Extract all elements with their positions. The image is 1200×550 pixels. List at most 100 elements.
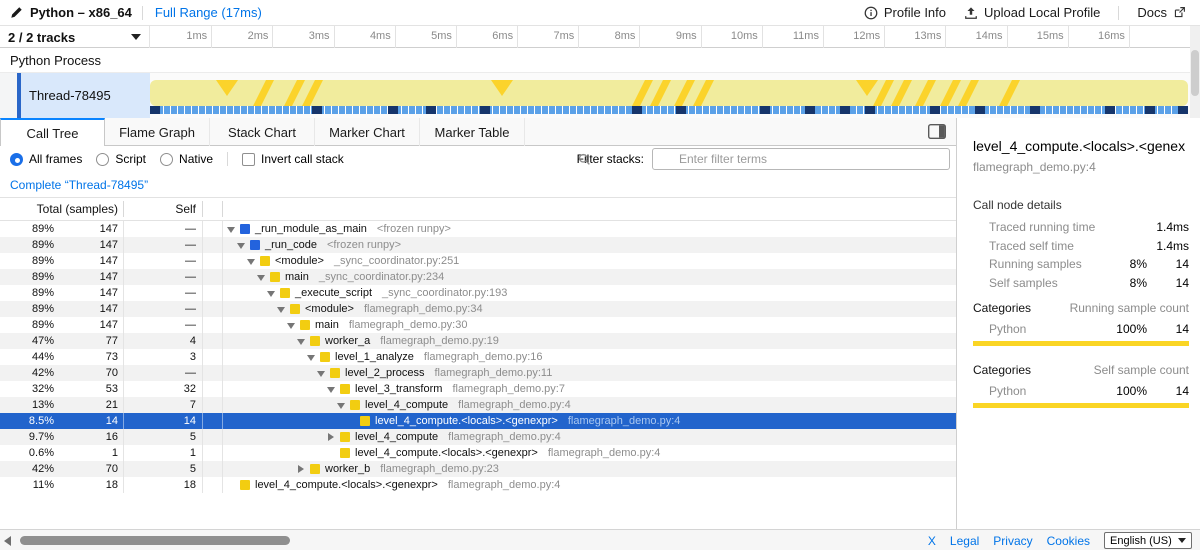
filter-stacks-input[interactable] [652,148,950,170]
thread-activity-graph[interactable] [150,73,1190,118]
call-tree-row[interactable]: 13%217level_4_computeflamegraph_demo.py:… [0,397,956,413]
function-location: flamegraph_demo.py:7 [452,381,565,397]
twisty-expanded-icon[interactable] [247,257,256,266]
sidebar-panel-icon [928,124,946,139]
invert-call-stack-checkbox[interactable] [242,153,255,166]
timeline-vertical-scrollbar[interactable] [1190,26,1200,118]
tab-stack-chart[interactable]: Stack Chart [210,118,315,146]
call-tree-row[interactable]: 89%147—<module>_sync_coordinator.py:251 [0,253,956,269]
timeline-ruler: 2 / 2 tracks 1ms2ms3ms4ms5ms6ms7ms8ms9ms… [0,26,1200,48]
cell-self: — [124,317,203,333]
call-tree-row[interactable]: 89%147—mainflamegraph_demo.py:30 [0,317,956,333]
category-bar [973,341,1189,346]
category-value: 14 [1147,384,1189,398]
radio-button[interactable] [160,153,173,166]
sample-strip-marker [760,106,770,114]
profile-name-button[interactable]: Python – x86_64 [0,0,142,25]
complete-thread-link[interactable]: Complete “Thread-78495” [10,178,148,192]
thread-track-header[interactable]: Thread-78495 [21,73,150,118]
cell-spacer [203,253,223,269]
cell-function: level_4_computeflamegraph_demo.py:4 [223,429,956,445]
full-range-link[interactable]: Full Range (17ms) [143,5,274,20]
scrollbar-thumb[interactable] [1191,50,1199,96]
upload-profile-button[interactable]: Upload Local Profile [964,5,1100,20]
cell-spacer [203,317,223,333]
category-icon [320,352,330,362]
call-tree-row[interactable]: 89%147—_run_code<frozen runpy> [0,237,956,253]
twisty-expanded-icon[interactable] [327,385,336,394]
twisty-expanded-icon[interactable] [337,401,346,410]
footer-link-cookies[interactable]: Cookies [1047,534,1090,548]
tab-marker-chart[interactable]: Marker Chart [315,118,420,146]
footer-link-privacy[interactable]: Privacy [993,534,1032,548]
radio-option-native[interactable]: Native [160,152,213,166]
radio-option-script[interactable]: Script [96,152,146,166]
cell-self: 4 [124,333,203,349]
sidebar-toggle-button[interactable] [928,124,946,139]
twisty-expanded-icon[interactable] [267,289,276,298]
cell-total: 42%70 [0,461,124,477]
horizontal-scrollbar-thumb[interactable] [20,536,290,545]
twisty-collapsed-icon[interactable] [327,433,336,442]
radio-option-all-frames[interactable]: All frames [10,152,82,166]
call-tree-row[interactable]: 8.5%1414level_4_compute.<locals>.<genexp… [0,413,956,429]
call-tree-row[interactable]: 89%147—_run_module_as_main<frozen runpy> [0,221,956,237]
cell-spacer [203,413,223,429]
footer-link-x[interactable]: X [928,534,936,548]
call-tree-row[interactable]: 89%147—_execute_script_sync_coordinator.… [0,285,956,301]
call-tree-row[interactable]: 42%705worker_bflamegraph_demo.py:23 [0,461,956,477]
tab-call-tree[interactable]: Call Tree [0,118,105,147]
twisty-expanded-icon[interactable] [297,337,306,346]
call-tree-row[interactable]: 9.7%165level_4_computeflamegraph_demo.py… [0,429,956,445]
twisty-expanded-icon[interactable] [257,273,266,282]
cell-function: _run_module_as_main<frozen runpy> [223,221,956,237]
cell-spacer [203,301,223,317]
sample-strip-marker [480,106,490,114]
call-tree-row[interactable]: 11%1818level_4_compute.<locals>.<genexpr… [0,477,956,493]
category-row: Python100%14 [989,320,1189,338]
footer-link-legal[interactable]: Legal [950,534,979,548]
call-tree-row[interactable]: 0.6%11level_4_compute.<locals>.<genexpr>… [0,445,956,461]
radio-button[interactable] [96,153,109,166]
twisty-expanded-icon[interactable] [227,225,236,234]
twisty-expanded-icon[interactable] [237,241,246,250]
sample-strip-marker [1030,106,1040,114]
sample-strip-marker [840,106,850,114]
call-tree-row[interactable]: 89%147—<module>flamegraph_demo.py:34 [0,301,956,317]
track-python-process[interactable]: Python Process [0,48,1200,73]
twisty-expanded-icon[interactable] [307,353,316,362]
total-percent: 42% [0,461,54,477]
function-location: flamegraph_demo.py:34 [364,301,483,317]
cell-total: 0.6%1 [0,445,124,461]
detail-value: 1.4ms [1147,239,1189,253]
ruler-tick-label: 12ms [814,30,880,42]
twisty-expanded-icon[interactable] [317,369,326,378]
tab-flame-graph[interactable]: Flame Graph [105,118,210,146]
call-tree-row[interactable]: 44%733level_1_analyzeflamegraph_demo.py:… [0,349,956,365]
cell-total: 13%21 [0,397,124,413]
ruler-tick-label: 9ms [631,30,697,42]
ruler-tick-label: 7ms [508,30,574,42]
track-thread-78495[interactable]: Thread-78495 [0,73,1200,118]
tracks-dropdown-button[interactable]: 2 / 2 tracks [0,26,150,48]
radio-button[interactable] [10,153,23,166]
divider [1118,6,1119,20]
cell-spacer [203,461,223,477]
call-tree-row[interactable]: 32%5332level_3_transformflamegraph_demo.… [0,381,956,397]
twisty-collapsed-icon[interactable] [297,465,306,474]
docs-link[interactable]: Docs [1137,5,1186,20]
twisty-expanded-icon[interactable] [277,305,286,314]
function-name: <module> [305,301,354,317]
call-tree-row[interactable]: 47%774worker_aflamegraph_demo.py:19 [0,333,956,349]
total-percent: 13% [0,397,54,413]
call-tree-row[interactable]: 89%147—main_sync_coordinator.py:234 [0,269,956,285]
cell-self: 7 [124,397,203,413]
ruler-tick-label: 5ms [386,30,452,42]
language-select[interactable]: English (US) [1104,532,1192,549]
category-icon [280,288,290,298]
call-tree-row[interactable]: 42%70—level_2_processflamegraph_demo.py:… [0,365,956,381]
twisty-expanded-icon[interactable] [287,321,296,330]
tab-marker-table[interactable]: Marker Table [420,118,525,146]
profile-info-button[interactable]: Profile Info [864,5,946,20]
scroll-left-arrow[interactable] [4,536,11,546]
